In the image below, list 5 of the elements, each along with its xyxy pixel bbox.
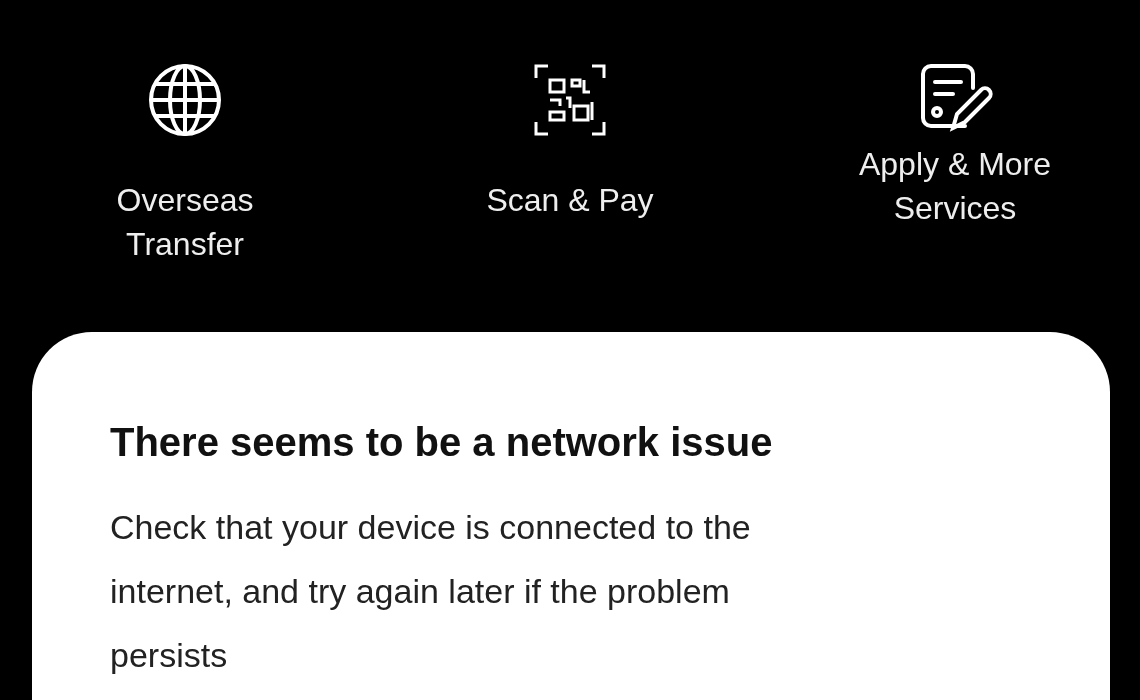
shortcut-label[interactable]: Scan & Pay — [440, 178, 700, 222]
shortcut-label[interactable]: Overseas Transfer — [55, 178, 315, 266]
shortcut-label[interactable]: Apply & More Services — [825, 142, 1085, 230]
notice-message: Check that your device is connected to the internet, and try again later if the problem persists — [110, 507, 752, 676]
notice-title: There seems to be a network issue — [110, 420, 774, 465]
